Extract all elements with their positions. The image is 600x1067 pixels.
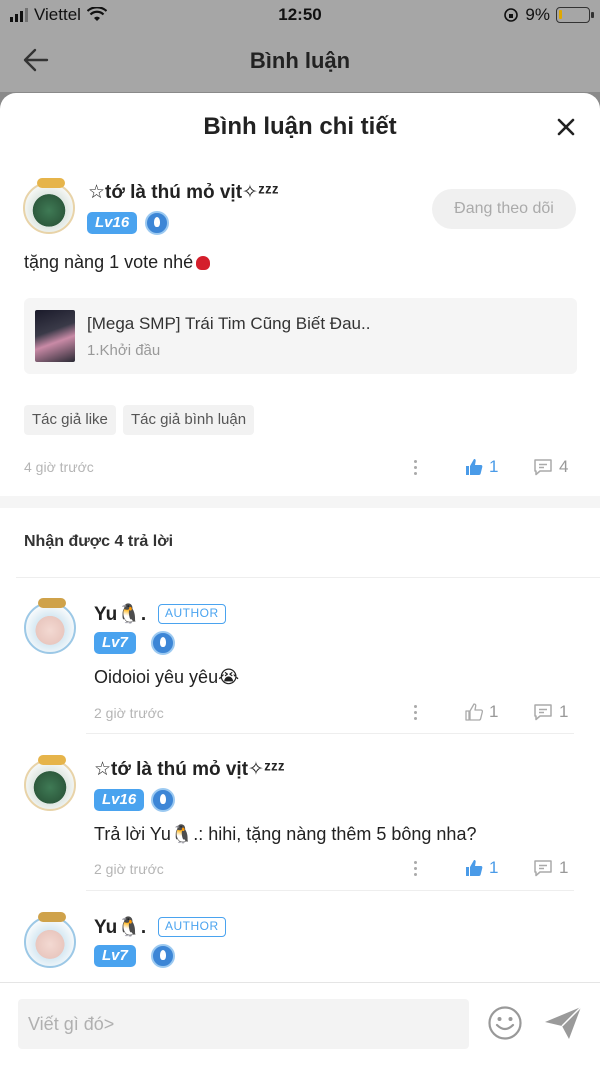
- level-badge: Lv16: [87, 212, 138, 234]
- medal-icon: [151, 631, 175, 655]
- like-button[interactable]: 1: [465, 702, 498, 722]
- orientation-lock-icon: [504, 8, 519, 22]
- reply-count: 1: [559, 702, 569, 721]
- reply-time: 2 giờ trước: [94, 705, 164, 721]
- author-like-chip: Tác giả like: [24, 405, 116, 435]
- status-right: 9%: [503, 5, 594, 25]
- avatar[interactable]: [24, 598, 76, 654]
- book-card[interactable]: [Mega SMP] Trái Tim Cũng Biết Đau.. 1.Kh…: [24, 298, 577, 374]
- battery-icon: [556, 7, 594, 23]
- thumbs-up-icon: [466, 860, 483, 876]
- more-options-icon[interactable]: [414, 705, 418, 723]
- medal-icon: [151, 944, 175, 968]
- reply-count: 1: [559, 858, 569, 877]
- follow-button[interactable]: Đang theo dõi: [432, 189, 576, 229]
- author-badge: AUTHOR: [158, 604, 226, 624]
- comment-bubble-icon: [534, 704, 552, 721]
- reply-username[interactable]: Yu🐧.: [94, 915, 146, 939]
- reply-username[interactable]: Yu🐧.: [94, 602, 146, 626]
- avatar[interactable]: [24, 755, 76, 811]
- comment-input[interactable]: [18, 999, 469, 1049]
- close-icon[interactable]: [556, 117, 576, 137]
- divider: [16, 577, 600, 578]
- like-button[interactable]: 1: [465, 858, 498, 878]
- reply-text: Oidoioi yêu yêu😭: [94, 667, 240, 687]
- divider: [86, 890, 574, 891]
- comment-bubble-icon: [534, 459, 552, 476]
- section-divider: [0, 496, 600, 508]
- author-comment-chip: Tác giả bình luận: [123, 405, 255, 435]
- more-options-icon[interactable]: [414, 861, 418, 879]
- book-chapter: 1.Khởi đầu: [87, 342, 161, 359]
- replies-header: Nhận được 4 trả lời: [24, 533, 174, 550]
- level-badge: Lv7: [94, 632, 136, 654]
- comment-detail-sheet: Bình luận chi tiết ☆tớ là thú mỏ vịt✧ᶻᶻᶻ…: [0, 93, 600, 1067]
- avatar[interactable]: [23, 178, 75, 234]
- background-page-title: Bình luận: [249, 48, 351, 73]
- medal-icon: [145, 211, 169, 235]
- level-badge: Lv7: [94, 945, 136, 967]
- like-count: 1: [489, 457, 499, 476]
- reply-count: 4: [559, 457, 569, 476]
- thumbs-up-icon: [466, 459, 483, 475]
- comment-text-content: tặng nàng 1 vote nhé: [24, 252, 194, 272]
- background-header: Bình luận: [0, 32, 600, 92]
- reply-button[interactable]: 1: [533, 858, 568, 878]
- battery-percent: 9%: [525, 5, 550, 24]
- reply-username[interactable]: ☆tớ là thú mỏ vịt✧ᶻᶻᶻ: [94, 758, 285, 781]
- more-options-icon[interactable]: [414, 460, 418, 478]
- reply-button[interactable]: 1: [533, 702, 568, 722]
- like-button[interactable]: 1: [465, 457, 498, 477]
- rose-icon: [196, 256, 211, 271]
- comment-username[interactable]: ☆tớ là thú mỏ vịt✧ᶻᶻᶻ: [88, 181, 279, 204]
- comment-text: tặng nàng 1 vote nhé: [24, 252, 211, 273]
- send-icon[interactable]: [543, 1005, 583, 1041]
- reply-text: Trả lời Yu🐧.: hihi, tặng nàng thêm 5 bôn…: [94, 824, 477, 844]
- author-badge: AUTHOR: [158, 917, 226, 937]
- like-count: 1: [489, 702, 499, 721]
- divider: [86, 733, 574, 734]
- medal-icon: [151, 788, 175, 812]
- reply-button[interactable]: 4: [533, 457, 568, 477]
- comment-bubble-icon: [534, 860, 552, 877]
- avatar[interactable]: [24, 912, 76, 968]
- sheet-title: Bình luận chi tiết: [203, 113, 397, 140]
- thumbs-up-outline-icon: [465, 703, 483, 721]
- comment-composer: [0, 982, 600, 1067]
- book-title: [Mega SMP] Trái Tim Cũng Biết Đau..: [87, 314, 371, 333]
- reply-time: 2 giờ trước: [94, 861, 164, 877]
- like-count: 1: [489, 858, 499, 877]
- book-cover-image: [35, 310, 75, 362]
- comment-time: 4 giờ trước: [24, 459, 94, 475]
- emoji-icon[interactable]: [487, 1005, 523, 1041]
- status-bar: Viettel 12:50 9%: [0, 0, 600, 32]
- level-badge: Lv16: [94, 789, 145, 811]
